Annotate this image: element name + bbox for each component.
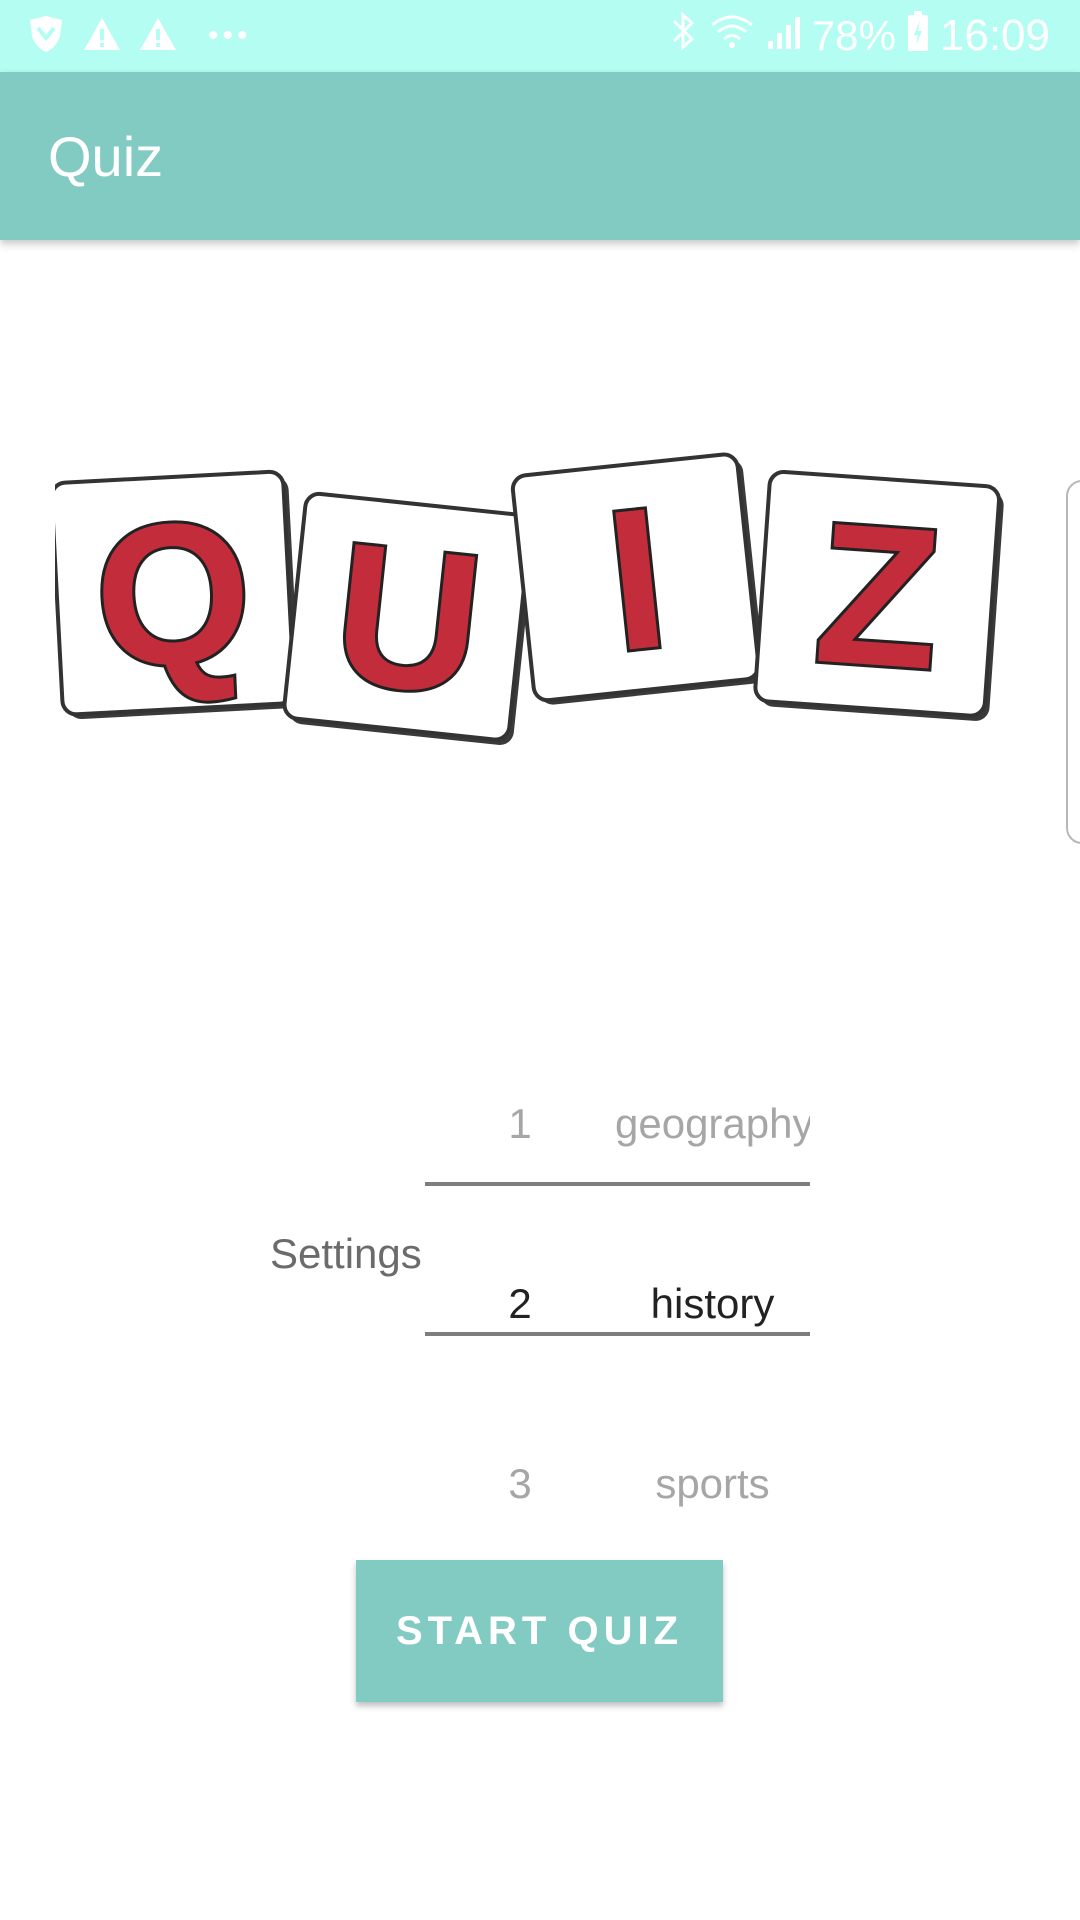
battery-percent: 78%	[811, 12, 896, 59]
picker-row[interactable]: 3 sports	[425, 1438, 810, 1528]
system-status: 78% 16:09	[668, 10, 1050, 62]
logo-letter-u: U	[325, 501, 492, 738]
logo-letter-q: Q	[89, 479, 256, 710]
warning-icon	[138, 14, 178, 59]
warning-icon	[82, 14, 122, 59]
bluetooth-icon	[668, 9, 698, 64]
logo-tile-u: U	[282, 491, 535, 746]
start-quiz-button[interactable]: START QUIZ	[356, 1560, 723, 1702]
picker-divider-top	[425, 1182, 810, 1186]
picker-number: 2	[508, 1280, 532, 1327]
category-picker[interactable]: 1 geography 2 history 3 sports	[425, 1020, 810, 1540]
clock: 16:09	[939, 11, 1050, 60]
picker-category: history	[650, 1280, 775, 1327]
logo-tile-i: I	[510, 452, 765, 705]
picker-category: geography	[615, 1100, 810, 1147]
wifi-icon	[708, 11, 756, 62]
signal-icon	[766, 11, 802, 62]
picker-row[interactable]: 1 geography	[425, 1078, 810, 1168]
logo-tile-z: Z	[753, 469, 1004, 721]
app-bar: Quiz	[0, 72, 1080, 240]
picker-category: sports	[655, 1460, 770, 1507]
logo-letter-z: Z	[809, 481, 946, 712]
notification-icons: •••	[26, 12, 252, 60]
picker-number: 3	[508, 1460, 532, 1507]
shield-icon	[26, 14, 66, 59]
quiz-logo: Q U I Z	[55, 452, 1004, 746]
status-bar: ••• 78% 16:09	[0, 0, 1080, 72]
picker-divider-bottom	[425, 1332, 810, 1336]
settings-label: Settings	[270, 1230, 422, 1277]
picker-number: 1	[508, 1100, 532, 1147]
logo-tile-q: Q	[55, 469, 300, 720]
edge-panel-handle[interactable]	[1066, 480, 1080, 844]
battery-icon	[906, 9, 930, 64]
app-title: Quiz	[48, 125, 164, 188]
more-icon: •••	[208, 19, 252, 52]
